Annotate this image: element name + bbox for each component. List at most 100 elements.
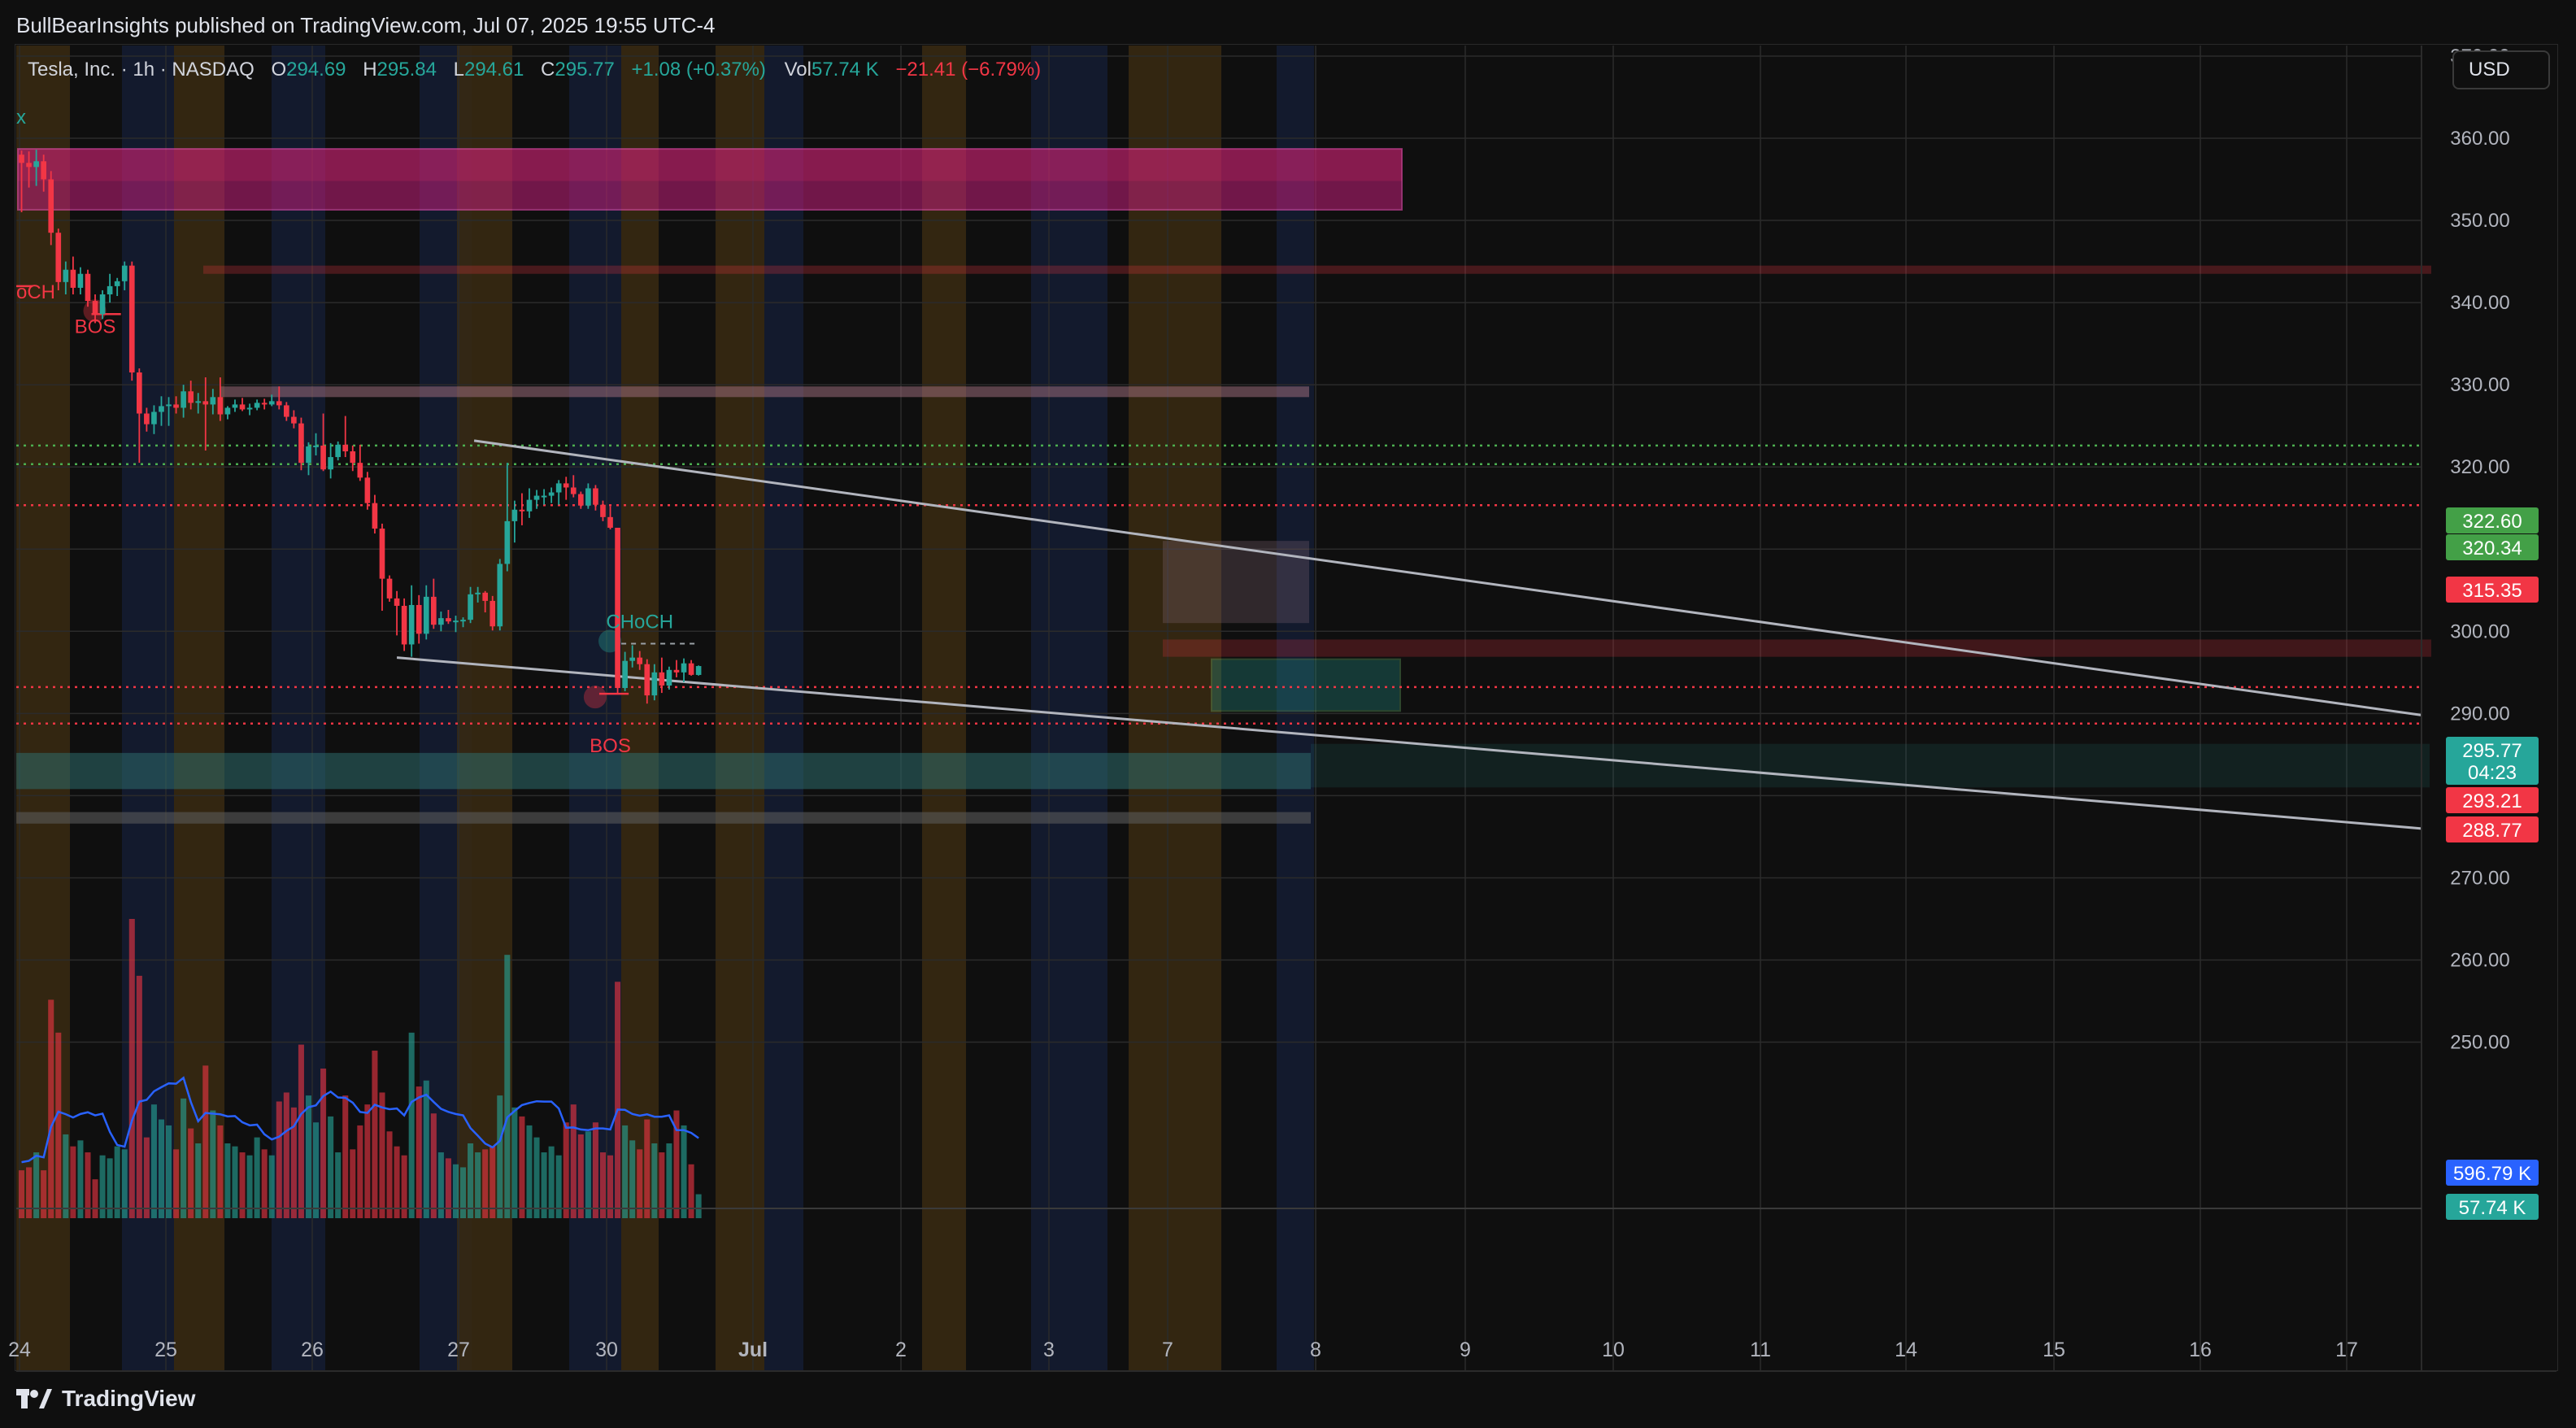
candle-body [497,564,503,627]
volume-bar [19,1170,25,1218]
volume-bar [526,1125,533,1218]
candle-body [320,445,326,470]
volume-bar [92,1179,98,1218]
candle-body [342,444,349,452]
candle-body [622,660,628,689]
tradingview-logo[interactable]: TradingView [16,1386,195,1412]
legend-low-label: L [453,59,464,81]
candle-body [695,666,702,675]
volume-bar [585,1131,591,1218]
candle-body [526,499,533,512]
price-axis-tick: 300.00 [2450,620,2509,642]
candle-body [181,391,186,408]
candle [55,229,62,290]
legend-symbol: Tesla, Inc. · 1h · NASDAQ [28,59,255,81]
candle-body [629,657,635,661]
volume-bar [408,1032,415,1218]
price-chart[interactable]: oCHBOSCHoCHBOSx370.00360.00350.00340.003… [0,0,2576,1428]
candle-body [188,391,194,403]
session-band [922,46,966,1371]
candle-body [644,664,651,696]
time-axis-tick: 8 [1310,1339,1321,1361]
volume-bar [372,1050,378,1218]
candle-body [306,446,311,464]
volume-bar [460,1167,467,1218]
candle-body [232,404,238,408]
volume-bar [504,955,511,1218]
time-axis-tick: Jul [738,1339,768,1361]
volume-bar [320,1069,327,1218]
candle-body [313,445,319,447]
volume-bar [592,1122,598,1218]
price-label-text: 288.77 [2462,820,2522,842]
candle [695,665,702,676]
volume-bar [519,1116,525,1218]
candle-body [511,509,518,521]
legend-vol-label: Vol [784,59,812,81]
candle-body [202,401,209,405]
candle-body [55,233,62,282]
price-label-text: 315.35 [2462,580,2522,602]
time-axis-tick: 15 [2043,1339,2065,1361]
candle-body [681,663,687,673]
candle-body [173,404,179,408]
annotation-bos: BOS [75,316,116,337]
candle-body [408,604,415,645]
candle-body [70,269,76,288]
candle-body [446,618,451,622]
demand-zone-box [1211,658,1401,712]
volume-bar [55,1032,62,1218]
volume-bar [188,1128,194,1218]
price-label-text: 57.74 K [2459,1197,2526,1219]
volume-bar [77,1140,84,1218]
legend-vol-change: −21.41 (−6.79%) [895,59,1042,81]
candle-body [651,672,658,696]
volume-bar [217,1125,224,1218]
candle-body [519,509,525,512]
candle [490,595,496,631]
candle-body [151,411,157,424]
candle-body [291,416,297,424]
candle-body [578,494,584,506]
time-axis-tick: 3 [1043,1339,1055,1361]
candle-body [276,401,282,406]
volume-bar [114,1146,120,1218]
candle-body [166,404,172,407]
time-axis-tick: 30 [595,1339,618,1361]
volume-bar [232,1146,238,1218]
volume-bar [202,1065,209,1218]
price-axis-tick: 350.00 [2450,210,2509,232]
price-label-text: 295.77 [2462,740,2522,762]
session-band [716,46,764,1371]
volume-bar [548,1146,555,1218]
time-axis-tick: 16 [2189,1339,2212,1361]
order-block-zone [17,148,1403,211]
candle-body [600,504,606,517]
candle-body [453,620,459,623]
volume-bar [379,1092,385,1218]
session-band [1031,46,1047,1371]
candle-body [41,161,46,180]
candle-body [555,483,562,493]
volume-bar [423,1080,429,1218]
candle-body [431,596,437,625]
volume-bar [143,1137,150,1218]
candle-body [593,488,598,505]
volume-bar [328,1116,334,1218]
volume-bar [563,1122,569,1218]
candle-body [284,405,289,417]
session-band [1129,46,1166,1371]
price-label-countdown: 04:23 [2446,759,2539,785]
currency-selector-button[interactable]: USD [2452,50,2550,89]
candle-body [85,273,91,302]
candle-body [107,285,113,294]
volume-bar [490,1146,496,1218]
candle [401,598,407,651]
price-label-text: 322.60 [2462,511,2522,533]
annotation-choch: CHoCH [606,611,673,633]
price-label-text: 293.21 [2462,790,2522,812]
candle-body [401,605,407,645]
volume-bar [150,1104,157,1218]
candle-body [637,657,643,664]
volume-bar [651,1143,658,1218]
